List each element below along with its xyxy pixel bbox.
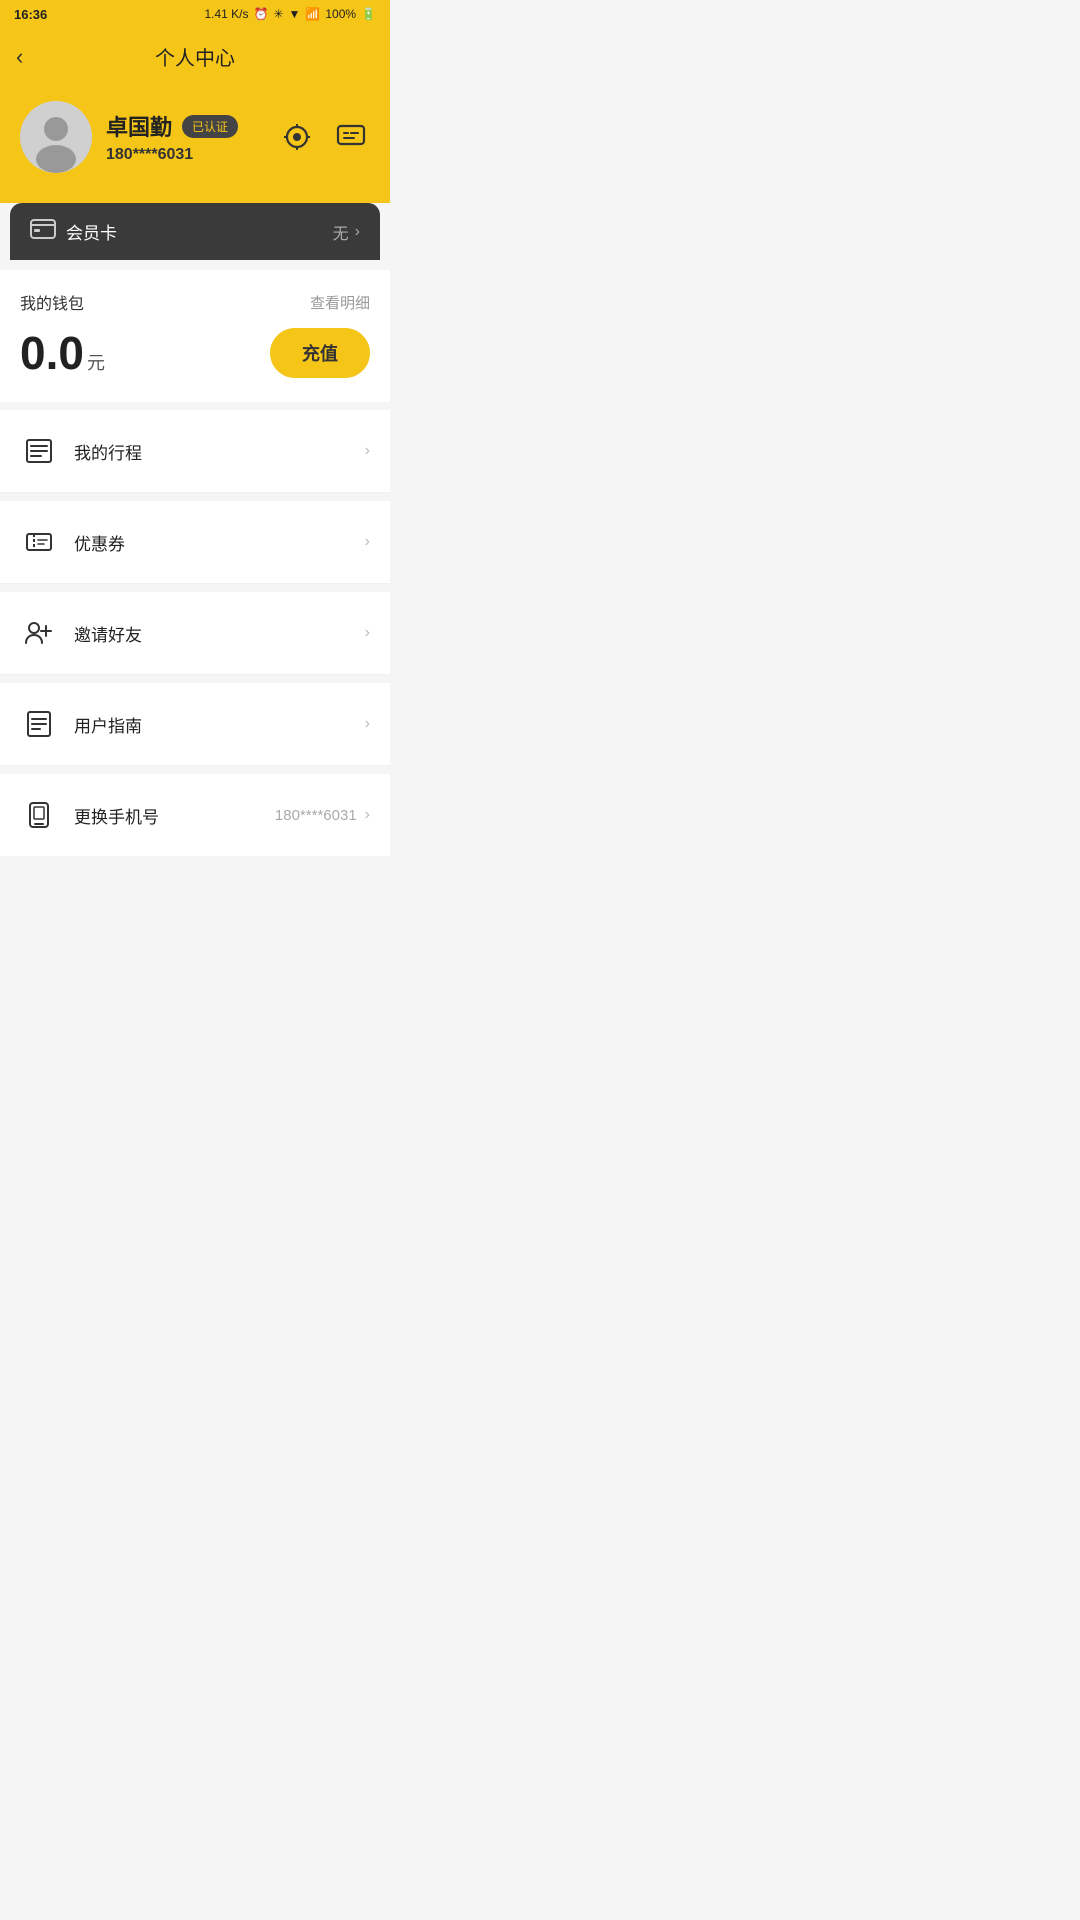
menu-item-change-phone[interactable]: 更换手机号 180****6031 › — [0, 774, 390, 856]
signal-icon: 📶 — [305, 7, 320, 21]
status-right: 1.41 K/s ⏰ ✳ ▼ 📶 100% 🔋 — [204, 7, 376, 21]
wallet-detail-link[interactable]: 查看明细 — [310, 292, 370, 313]
coupon-icon — [20, 523, 58, 561]
profile-action-icons — [278, 118, 370, 156]
alarm-icon: ⏰ — [253, 7, 268, 21]
user-guide-arrow: › — [365, 715, 370, 733]
change-phone-value: 180****6031 — [275, 807, 357, 824]
menu-item-user-guide[interactable]: 用户指南 › — [0, 683, 390, 766]
profile-section: 卓国勤 已认证 180****6031 — [0, 91, 390, 203]
battery-percent: 100% — [325, 7, 356, 21]
invite-icon — [20, 614, 58, 652]
avatar[interactable] — [20, 101, 92, 173]
my-trips-arrow: › — [365, 442, 370, 460]
back-button[interactable]: ‹ — [16, 44, 23, 70]
card-icon — [30, 219, 56, 244]
profile-left: 卓国勤 已认证 180****6031 — [20, 101, 238, 173]
menu-item-my-trips[interactable]: 我的行程 › — [0, 410, 390, 493]
menu-item-invite-friends[interactable]: 邀请好友 › — [0, 592, 390, 675]
member-card-value: 无 — [333, 220, 349, 244]
wallet-balance-row: 0.0 元 充值 — [20, 328, 370, 378]
invite-friends-arrow: › — [365, 624, 370, 642]
member-card-arrow: › — [355, 223, 360, 241]
recharge-button[interactable]: 充值 — [270, 328, 370, 378]
member-card-right: 无 › — [333, 220, 360, 244]
menu-gap-3 — [0, 675, 390, 683]
member-card-label: 会员卡 — [66, 219, 117, 244]
page-title: 个人中心 — [155, 42, 235, 71]
user-guide-label: 用户指南 — [74, 712, 365, 737]
wallet-title: 我的钱包 — [20, 290, 84, 314]
wifi-icon: ▼ — [289, 7, 301, 21]
wallet-section: 我的钱包 查看明细 0.0 元 充值 — [0, 270, 390, 402]
bluetooth-icon: ✳ — [273, 7, 283, 21]
member-card-left: 会员卡 — [30, 219, 117, 244]
message-button[interactable] — [332, 118, 370, 156]
wallet-header: 我的钱包 查看明细 — [20, 290, 370, 314]
change-phone-arrow: › — [365, 806, 370, 824]
scan-button[interactable] — [278, 118, 316, 156]
menu-gap-2 — [0, 584, 390, 592]
network-speed: 1.41 K/s — [204, 7, 248, 21]
invite-friends-label: 邀请好友 — [74, 621, 365, 646]
verified-badge: 已认证 — [182, 115, 238, 138]
status-time: 16:36 — [14, 7, 47, 22]
menu-section: 我的行程 › 优惠券 › 邀请好友 › — [0, 410, 390, 856]
balance-amount: 0.0 — [20, 330, 84, 376]
trips-icon — [20, 432, 58, 470]
my-trips-label: 我的行程 — [74, 439, 365, 464]
battery-icon: 🔋 — [361, 7, 376, 21]
phone-icon — [20, 796, 58, 834]
profile-info: 卓国勤 已认证 180****6031 — [106, 110, 238, 164]
user-phone: 180****6031 — [106, 146, 238, 164]
wallet-balance: 0.0 元 — [20, 330, 105, 376]
menu-item-coupons[interactable]: 优惠券 › — [0, 501, 390, 584]
change-phone-label: 更换手机号 — [74, 803, 275, 828]
menu-gap-1 — [0, 493, 390, 501]
profile-name-row: 卓国勤 已认证 — [106, 110, 238, 142]
user-name: 卓国勤 — [106, 110, 172, 142]
balance-unit: 元 — [87, 349, 105, 375]
guide-icon — [20, 705, 58, 743]
status-bar: 16:36 1.41 K/s ⏰ ✳ ▼ 📶 100% 🔋 — [0, 0, 390, 28]
coupons-label: 优惠券 — [74, 530, 365, 555]
member-card[interactable]: 会员卡 无 › — [10, 203, 380, 260]
page-header: ‹ 个人中心 — [0, 28, 390, 91]
coupons-arrow: › — [365, 533, 370, 551]
menu-gap-4 — [0, 766, 390, 774]
